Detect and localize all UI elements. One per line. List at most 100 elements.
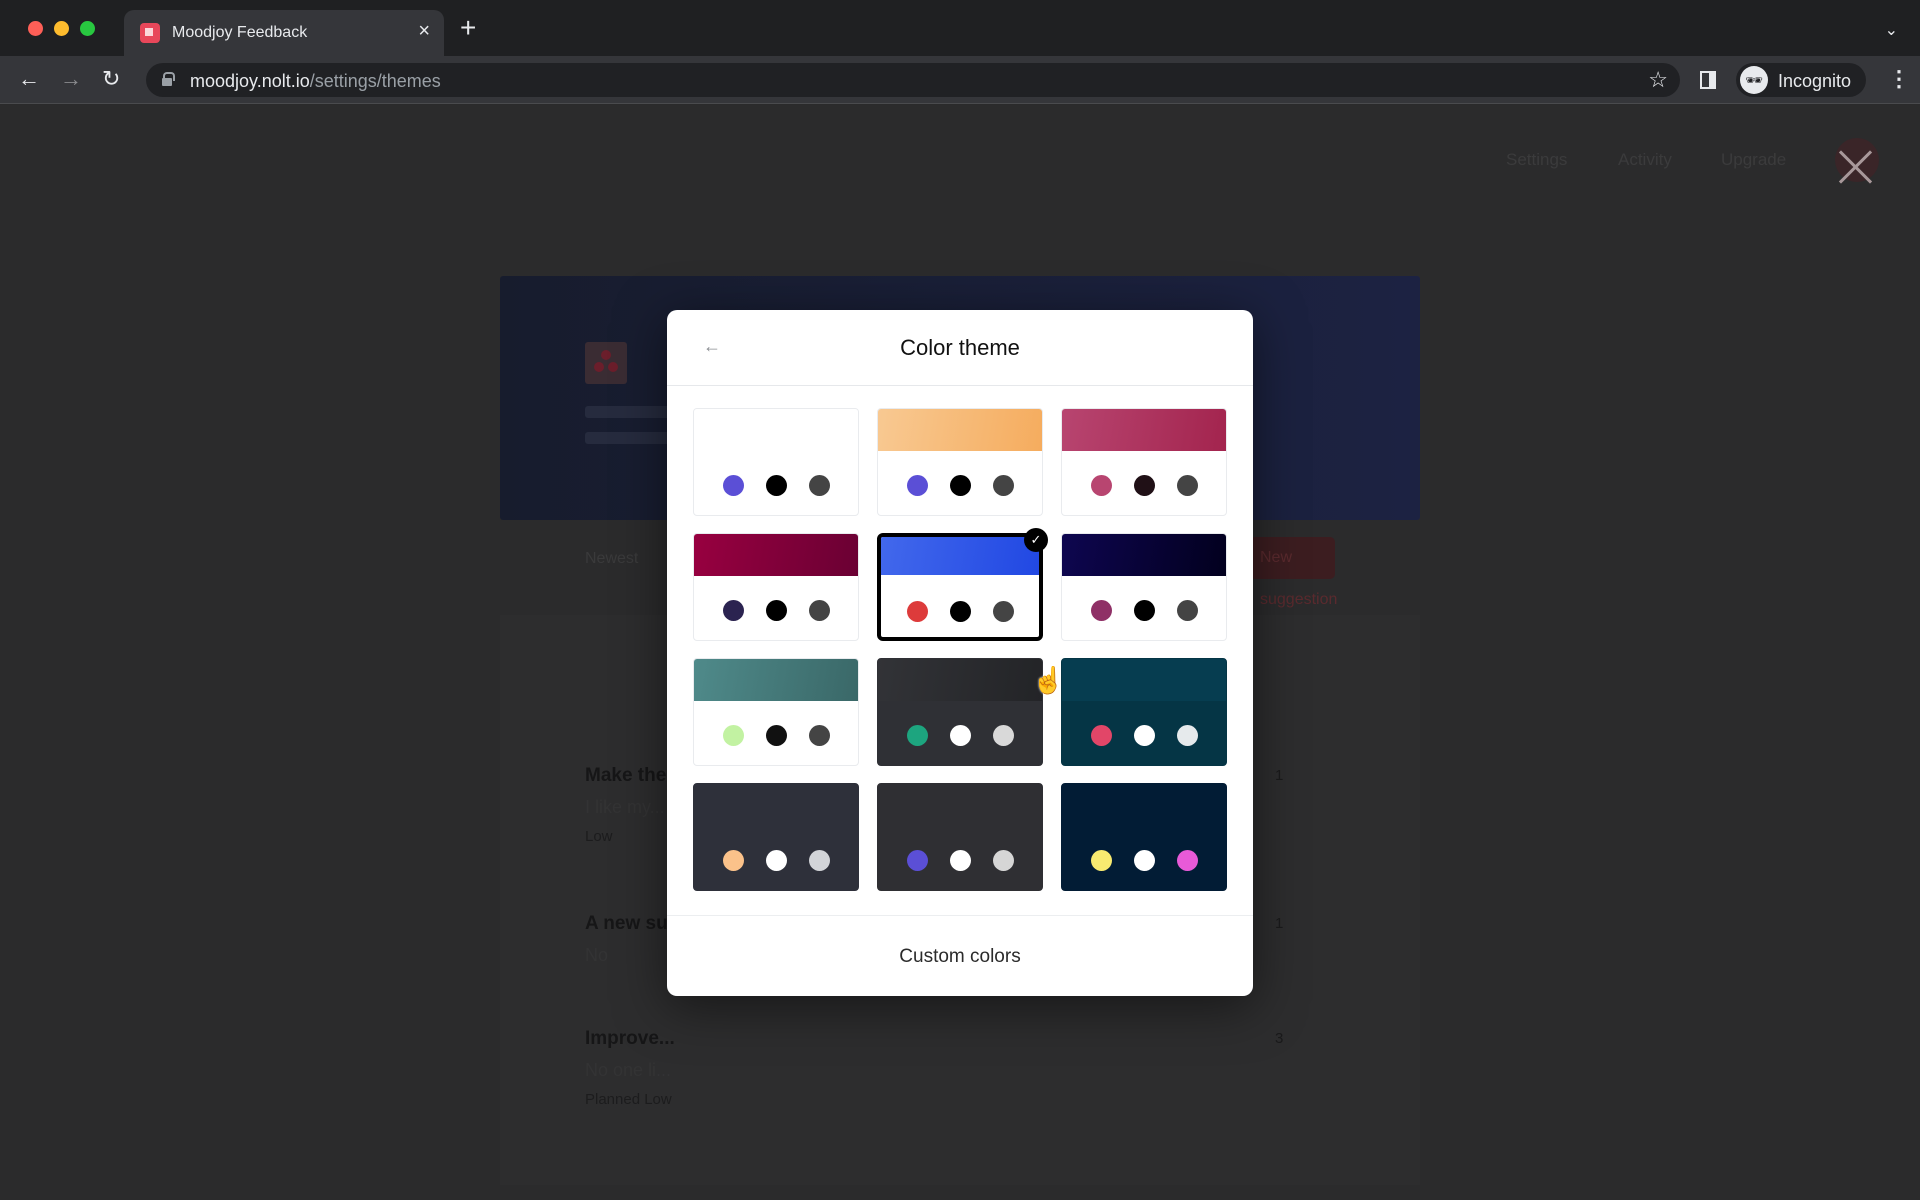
color-dot <box>722 600 744 621</box>
incognito-profile-button[interactable]: 🕶 Incognito <box>1736 63 1866 97</box>
board-logo <box>585 342 627 384</box>
theme-color-dots <box>1062 600 1226 621</box>
browser-tab-bar: Moodjoy Feedback × + ⌄ <box>0 0 1920 56</box>
theme-card-navy[interactable] <box>1061 783 1227 891</box>
nav-settings-link[interactable]: Settings <box>1506 150 1567 170</box>
back-arrow-icon[interactable]: ← <box>18 66 40 92</box>
theme-card-slate[interactable] <box>693 783 859 891</box>
color-dot <box>765 850 787 871</box>
modal-header: ← Color theme <box>667 310 1253 386</box>
theme-card-charcoal[interactable] <box>877 658 1043 766</box>
theme-color-dots <box>694 600 858 621</box>
nav-activity-link[interactable]: Activity <box>1618 150 1672 170</box>
selected-check-icon: ✓ <box>1024 528 1048 552</box>
theme-header-swatch <box>878 659 1042 701</box>
color-dot <box>906 725 928 746</box>
tab-title: Moodjoy Feedback <box>172 24 308 41</box>
theme-header-swatch <box>881 537 1039 575</box>
color-dot <box>906 850 928 871</box>
color-dot <box>808 600 830 621</box>
lock-icon[interactable] <box>162 72 175 86</box>
theme-card-light[interactable] <box>693 408 859 516</box>
color-dot <box>1176 475 1198 496</box>
color-dot <box>992 725 1014 746</box>
color-dot <box>906 475 928 496</box>
color-theme-modal: ← Color theme Custom colors <box>667 310 1253 996</box>
theme-color-dots <box>694 850 858 871</box>
close-settings-x-icon[interactable] <box>1836 147 1876 187</box>
theme-card-ocean[interactable] <box>1061 658 1227 766</box>
new-tab-button[interactable]: + <box>460 14 476 42</box>
theme-header-swatch <box>1062 659 1226 701</box>
post-votes[interactable]: 1 <box>1275 767 1283 784</box>
theme-card-blue[interactable] <box>877 533 1043 641</box>
tab-search-chevron-icon[interactable]: ⌄ <box>1885 20 1898 40</box>
color-dot <box>765 725 787 746</box>
color-dot <box>1133 475 1155 496</box>
nav-upgrade-link[interactable]: Upgrade <box>1721 150 1786 170</box>
reload-icon[interactable]: ↻ <box>102 66 120 92</box>
post-item[interactable]: Improve... No one li... Planned Low 3 <box>585 1028 1345 1108</box>
post-votes[interactable]: 3 <box>1275 1030 1283 1047</box>
theme-header-swatch <box>1062 534 1226 576</box>
theme-card-rose[interactable] <box>1061 408 1227 516</box>
theme-card-crimson[interactable] <box>693 533 859 641</box>
theme-grid <box>693 408 1227 891</box>
bookmark-star-icon[interactable]: ☆ <box>1648 67 1668 93</box>
color-dot <box>1133 850 1155 871</box>
theme-header-swatch <box>694 659 858 701</box>
color-dot <box>765 475 787 496</box>
theme-header-swatch <box>1062 409 1226 451</box>
theme-header-swatch <box>694 409 858 451</box>
incognito-icon: 🕶 <box>1740 66 1768 94</box>
browser-menu-icon[interactable]: ⋮ <box>1888 66 1910 92</box>
theme-color-dots <box>878 475 1042 496</box>
nolt-favicon-icon <box>140 23 160 43</box>
theme-card-peach[interactable] <box>877 408 1043 516</box>
window-zoom-button[interactable] <box>80 21 95 36</box>
tab-close-icon[interactable]: × <box>418 21 430 41</box>
modal-footer: Custom colors <box>667 915 1253 996</box>
theme-color-dots <box>1062 475 1226 496</box>
theme-card-midnight[interactable] <box>1061 533 1227 641</box>
color-dot <box>765 600 787 621</box>
url-text[interactable]: moodjoy.nolt.io/settings/themes <box>190 71 441 92</box>
theme-color-dots <box>878 725 1042 746</box>
theme-card-graphite[interactable] <box>877 783 1043 891</box>
theme-header-swatch <box>878 409 1042 451</box>
side-panel-icon[interactable] <box>1700 71 1716 89</box>
browser-toolbar: ← → ↻ moodjoy.nolt.io/settings/themes ☆ … <box>0 56 1920 104</box>
color-dot <box>1176 600 1198 621</box>
incognito-label: Incognito <box>1778 71 1852 91</box>
color-dot <box>722 475 744 496</box>
sort-filter[interactable]: Newest <box>585 550 638 568</box>
address-bar[interactable]: moodjoy.nolt.io/settings/themes ☆ <box>146 63 1680 97</box>
color-dot <box>906 601 928 622</box>
theme-header-swatch <box>1062 784 1226 826</box>
window-close-button[interactable] <box>28 21 43 36</box>
color-dot <box>1176 850 1198 871</box>
color-dot <box>949 725 971 746</box>
post-description: No one li... <box>585 1060 672 1080</box>
theme-card-teal[interactable] <box>693 658 859 766</box>
theme-color-dots <box>1062 725 1226 746</box>
hand-cursor-icon: ☝ <box>1032 665 1065 695</box>
color-dot <box>808 725 830 746</box>
forward-arrow-icon[interactable]: → <box>60 66 82 92</box>
color-dot <box>992 601 1014 622</box>
color-dot <box>1133 600 1155 621</box>
window-minimize-button[interactable] <box>54 21 69 36</box>
post-votes[interactable]: 1 <box>1275 915 1283 932</box>
new-suggestion-button[interactable]: New suggestion <box>1250 537 1337 608</box>
color-dot <box>992 850 1014 871</box>
color-dot <box>1090 475 1112 496</box>
theme-header-swatch <box>694 534 858 576</box>
color-dot <box>1090 600 1112 621</box>
theme-header-swatch <box>694 784 858 826</box>
color-dot <box>1090 850 1112 871</box>
custom-colors-button[interactable]: Custom colors <box>667 946 1253 968</box>
theme-color-dots <box>694 475 858 496</box>
color-dot <box>949 601 971 622</box>
browser-tab[interactable]: Moodjoy Feedback × <box>124 10 444 56</box>
post-title: Improve... <box>585 1028 675 1049</box>
